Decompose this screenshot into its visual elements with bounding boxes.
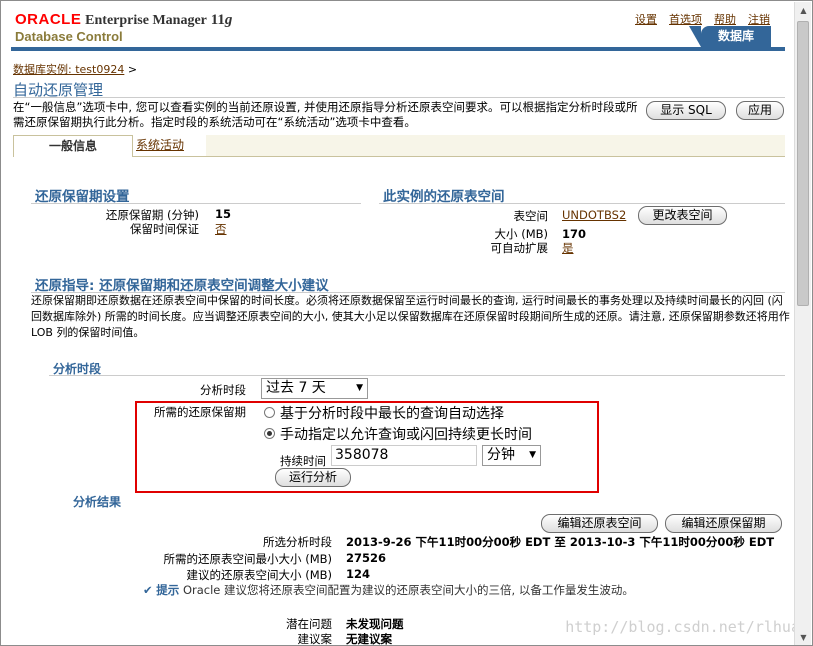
min-size-value: 27526 [346,551,387,565]
tablespace-label: 表空间 [513,209,549,223]
scroll-down-icon[interactable]: ▼ [795,629,812,645]
recommended-size-label: 建议的还原表空间大小 (MB) [186,568,332,582]
size-value: 170 [562,227,587,241]
scrollbar-thumb[interactable] [797,21,809,306]
run-analysis-button[interactable]: 运行分析 [275,468,351,487]
tab-general[interactable]: 一般信息 [13,135,133,157]
apply-button[interactable]: 应用 [736,101,784,120]
edit-undo-tablespace-button[interactable]: 编辑还原表空间 [541,514,658,533]
manual-specify-radio[interactable] [264,428,275,439]
selected-period-value: 2013-9-26 下午11时00分00秒 EDT 至 2013-10-3 下午… [346,535,775,549]
autoextend-label: 可自动扩展 [490,241,549,255]
recommendations-label: 建议案 [297,632,333,646]
page-description: 在“一般信息”选项卡中, 您可以查看实例的当前还原设置, 并使用还原指导分析还原… [13,100,638,129]
advisor-description: 还原保留期即还原数据在还原表空间中保留的时间长度。必须将还原数据保留至运行时间最… [31,294,790,339]
oracle-logo: ORACLE Enterprise Manager 11g [15,11,233,28]
selected-period-label: 所选分析时段 [263,535,332,549]
analysis-results-heading: 分析结果 [73,495,122,509]
retention-period-value: 15 [215,207,232,221]
database-tab[interactable]: 数据库 [689,26,771,47]
global-links: 设置 首选项 帮助 注销 [635,11,770,27]
logout-link[interactable]: 注销 [748,11,770,27]
change-tablespace-button[interactable]: 更改表空间 [638,206,727,225]
preferences-link[interactable]: 首选项 [669,11,702,27]
tab-system-activity[interactable]: 系统活动 [134,135,184,157]
advisor-heading: 还原指导: 还原保留期和还原表空间调整大小建议 [35,278,329,294]
potential-problems-label: 潜在问题 [286,617,332,631]
analysis-period-label: 分析时段 [200,383,246,397]
settings-link[interactable]: 设置 [635,11,657,27]
analysis-period-select[interactable]: 过去 7 天 ▼ [261,378,368,399]
required-retention-label: 所需的还原保留期 [154,405,246,419]
vertical-scrollbar[interactable]: ▲ ▼ [794,2,812,645]
edit-undo-retention-button[interactable]: 编辑还原保留期 [665,514,782,533]
breadcrumb-instance-link[interactable]: 数据库实例: test0924 [13,63,124,76]
retention-guarantee-label: 保留时间保证 [130,222,199,236]
chevron-down-icon: ▼ [529,450,536,460]
auto-select-label: 基于分析时段中最长的查询自动选择 [280,406,504,422]
autoextend-link[interactable]: 是 [562,240,574,256]
auto-select-radio[interactable] [264,407,275,418]
browser-frame: ORACLE Enterprise Manager 11g Database C… [0,0,813,646]
recommended-size-value: 124 [346,567,371,581]
breadcrumb: 数据库实例: test0924 > [13,63,138,76]
header-divider [11,47,785,51]
title-divider [13,97,785,98]
show-sql-button[interactable]: 显示 SQL [646,101,726,120]
min-size-label: 所需的还原表空间最小大小 (MB) [163,552,332,566]
duration-unit-select[interactable]: 分钟 ▼ [482,445,541,466]
recommendations-value: 无建议案 [346,632,392,646]
product-subtitle: Database Control [15,29,123,44]
retention-heading: 还原保留期设置 [35,189,130,205]
undo-tablespace-heading: 此实例的还原表空间 [383,189,505,205]
tip-message: ✔ 提示 Oracle 建议您将还原表空间配置为建议的还原表空间大小的三倍, 以… [143,583,634,597]
retention-guarantee-link[interactable]: 否 [215,221,227,237]
help-link[interactable]: 帮助 [714,11,736,27]
tablespace-link[interactable]: UNDOTBS2 [562,208,626,222]
checkmark-icon: ✔ [143,583,153,597]
chevron-down-icon: ▼ [356,383,363,393]
duration-label: 持续时间 [280,454,326,468]
tab-bar: 一般信息 系统活动 [13,135,785,157]
manual-specify-label: 手动指定以允许查询或闪回持续更长时间 [280,427,532,443]
scroll-up-icon[interactable]: ▲ [795,2,812,19]
duration-input[interactable]: 358078 [331,445,477,466]
watermark: http://blog.csdn.net/rlhua [565,618,800,636]
potential-problems-value: 未发现问题 [346,617,404,631]
